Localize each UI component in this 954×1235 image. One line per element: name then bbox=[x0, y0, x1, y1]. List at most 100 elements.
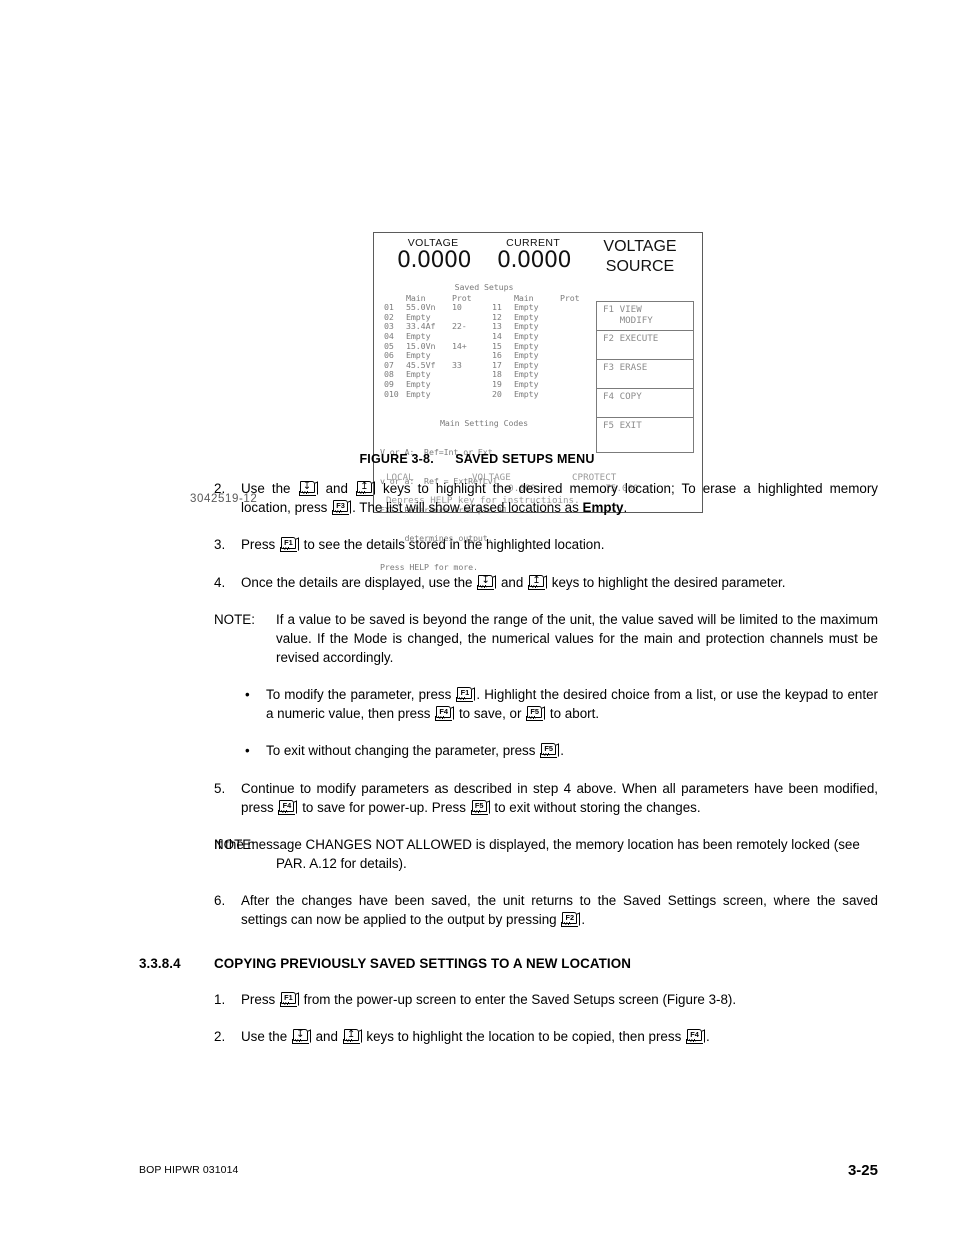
step-6-text-1: After the changes have been saved, the u… bbox=[241, 893, 878, 927]
bullet-2: • To exit without changing the parameter,… bbox=[0, 742, 954, 761]
bullet-2-text-1: To exit without changing the parameter, … bbox=[266, 743, 540, 759]
header-prot2: Prot bbox=[560, 292, 580, 303]
step-5-text-3: to exit without storing the changes. bbox=[490, 799, 701, 815]
lcd-body: Saved Setups Main Prot Main Prot 01 55.0… bbox=[374, 282, 702, 572]
step-2: 2. Use the ↧ and ↥ keys to highlight the … bbox=[0, 480, 954, 517]
fkey-f1-view-modify[interactable]: F1 VIEW MODIFY bbox=[597, 302, 693, 331]
lcd-header: VOLTAGE CURRENT 0.0000 0.0000 VOLTAGE SO… bbox=[374, 233, 702, 283]
copy-step-2: 2. Use the ↧ and ↥ keys to highlight the … bbox=[0, 1028, 954, 1047]
fkey-f3-erase[interactable]: F3 ERASE bbox=[597, 360, 693, 389]
f1-key-icon[interactable]: F1 bbox=[279, 991, 299, 1007]
fkey-f4-copy[interactable]: F4 COPY bbox=[597, 389, 693, 418]
row-index2: 20 bbox=[492, 388, 502, 399]
f1-key-icon[interactable]: F1 bbox=[279, 537, 299, 553]
copy-step-1-marker: 1. bbox=[214, 991, 226, 1007]
bullet-1-text-1: To modify the parameter, press bbox=[266, 687, 456, 703]
row-prot: 33 bbox=[452, 359, 462, 370]
current-value: 0.0000 bbox=[497, 248, 571, 273]
step-5-text-2: to save for power-up. Press bbox=[298, 799, 470, 815]
f2-key-icon[interactable]: F2 bbox=[561, 911, 581, 927]
step-3-text-1: Press bbox=[241, 537, 279, 553]
note-1-text: If a value to be saved is beyond the ran… bbox=[276, 612, 878, 665]
note-2-line-1: If the message CHANGES NOT ALLOWED is di… bbox=[214, 837, 733, 853]
mode-line-1: VOLTAGE bbox=[603, 238, 677, 255]
step-2-text-5: . bbox=[623, 499, 628, 515]
note-1: NOTE: If a value to be saved is beyond th… bbox=[0, 611, 954, 667]
document-body: 2. Use the ↧ and ↥ keys to highlight the … bbox=[0, 480, 954, 1066]
row-prot: 22- bbox=[452, 321, 467, 332]
copy-step-1-text-1: Press bbox=[241, 991, 279, 1007]
row-prot bbox=[452, 390, 492, 400]
f5-key-icon[interactable]: F5 bbox=[470, 799, 490, 815]
row-prot: 10 bbox=[452, 302, 462, 313]
bullet-2-text-2: . bbox=[560, 743, 564, 759]
copy-step-2-text-3: keys to highlight the location to be cop… bbox=[362, 1029, 685, 1045]
down-arrow-key-icon[interactable]: ↧ bbox=[298, 481, 318, 496]
step-4-text-2: and bbox=[497, 574, 528, 590]
bullet-2-marker: • bbox=[245, 743, 250, 759]
step-3-marker: 3. bbox=[214, 537, 226, 553]
page-footer: BOP HIPWR 031014 3-25 bbox=[0, 1162, 954, 1192]
bullet-1-marker: • bbox=[245, 687, 250, 703]
f4-key-icon[interactable]: F4 bbox=[686, 1029, 705, 1045]
codes-title: Main Setting Codes bbox=[439, 418, 529, 429]
copy-step-1: 1. Press F1 from the power-up screen to e… bbox=[0, 991, 954, 1010]
saved-setups-title: Saved Setups bbox=[454, 282, 514, 292]
voltage-value: 0.0000 bbox=[397, 248, 471, 273]
page-number: 3-25 bbox=[847, 1162, 878, 1179]
row-index: 010 bbox=[384, 388, 399, 399]
up-arrow-key-icon[interactable]: ↥ bbox=[356, 481, 375, 496]
bullet-1-text-3: to save, or bbox=[455, 705, 526, 721]
copy-step-1-text-2: from the power-up screen to enter the Sa… bbox=[299, 991, 737, 1007]
f1-key-icon[interactable]: F1 bbox=[456, 687, 476, 703]
f4-key-icon[interactable]: F4 bbox=[278, 799, 298, 815]
mode-indicator: VOLTAGE SOURCE bbox=[584, 237, 696, 277]
note-2: NOTE: If the message CHANGES NOT ALLOWED … bbox=[0, 836, 954, 873]
step-5-marker: 5. bbox=[214, 780, 226, 796]
fkey-f2-execute[interactable]: F2 EXECUTE bbox=[597, 331, 693, 360]
copy-step-2-text-1: Use the bbox=[241, 1029, 291, 1045]
section-heading: 3.3.8.4 COPYING PREVIOUSLY SAVED SETTING… bbox=[0, 956, 954, 971]
row-main2: Empty bbox=[514, 388, 539, 399]
note-1-marker: NOTE: bbox=[214, 612, 255, 628]
bullet-1: • To modify the parameter, press F1. High… bbox=[0, 686, 954, 723]
f4-key-icon[interactable]: F4 bbox=[435, 705, 455, 721]
meter-readouts: VOLTAGE CURRENT 0.0000 0.0000 bbox=[384, 237, 584, 272]
step-2-text-1: Use the bbox=[241, 481, 298, 496]
down-arrow-key-icon[interactable]: ↧ bbox=[291, 1029, 311, 1045]
step-4-text-1: Once the details are displayed, use the bbox=[241, 574, 477, 590]
row-prot bbox=[452, 370, 492, 380]
f5-key-icon[interactable]: F5 bbox=[540, 743, 560, 759]
footer-document-id: BOP HIPWR 031014 bbox=[139, 1164, 239, 1176]
fkey-f5-exit[interactable]: F5 EXIT bbox=[597, 418, 693, 452]
bullet-1-text-4: to abort. bbox=[546, 705, 600, 721]
table-row[interactable]: 010 Empty 20 Empty bbox=[380, 388, 588, 400]
row-prot bbox=[452, 380, 492, 390]
lcd-panel: VOLTAGE CURRENT 0.0000 0.0000 VOLTAGE SO… bbox=[373, 232, 703, 572]
step-5: 5. Continue to modify parameters as descr… bbox=[0, 780, 954, 817]
figure-caption-title: SAVED SETUPS MENU bbox=[455, 452, 595, 466]
step-2-marker: 2. bbox=[214, 481, 226, 496]
copy-step-2-text-4: . bbox=[706, 1029, 710, 1045]
down-arrow-key-icon[interactable]: ↧ bbox=[477, 574, 497, 590]
note-2-marker: NOTE: bbox=[214, 837, 255, 853]
copy-step-2-marker: 2. bbox=[214, 1029, 226, 1045]
step-3-text-2: to see the details stored in the highlig… bbox=[299, 537, 605, 553]
step-2-text-4: . The list will show erased locations as bbox=[352, 499, 583, 515]
mode-line-2: SOURCE bbox=[605, 258, 675, 275]
section-number: 3.3.8.4 bbox=[139, 955, 181, 971]
up-arrow-key-icon[interactable]: ↥ bbox=[342, 1029, 362, 1045]
f5-key-icon[interactable]: F5 bbox=[526, 705, 546, 721]
f3-key-icon[interactable]: F3 bbox=[332, 499, 352, 515]
step-4-text-3: keys to highlight the desired parameter. bbox=[548, 574, 786, 590]
step-2-bold-empty: Empty bbox=[582, 499, 624, 515]
step-6-marker: 6. bbox=[214, 893, 226, 909]
step-6-text-2: . bbox=[581, 911, 586, 927]
figure-caption-prefix: FIGURE 3-8. bbox=[359, 452, 434, 466]
up-arrow-key-icon[interactable]: ↥ bbox=[528, 574, 548, 590]
copy-step-2-text-2: and bbox=[311, 1029, 342, 1045]
row-main: Empty bbox=[406, 388, 431, 399]
figure-3-8: 3042519-12 VOLTAGE CURRENT 0.0000 0.0000… bbox=[0, 110, 954, 572]
function-key-menu: F1 VIEW MODIFY F2 EXECUTE F3 ERASE F4 CO… bbox=[596, 301, 694, 453]
step-2-text-2: and bbox=[318, 481, 355, 496]
